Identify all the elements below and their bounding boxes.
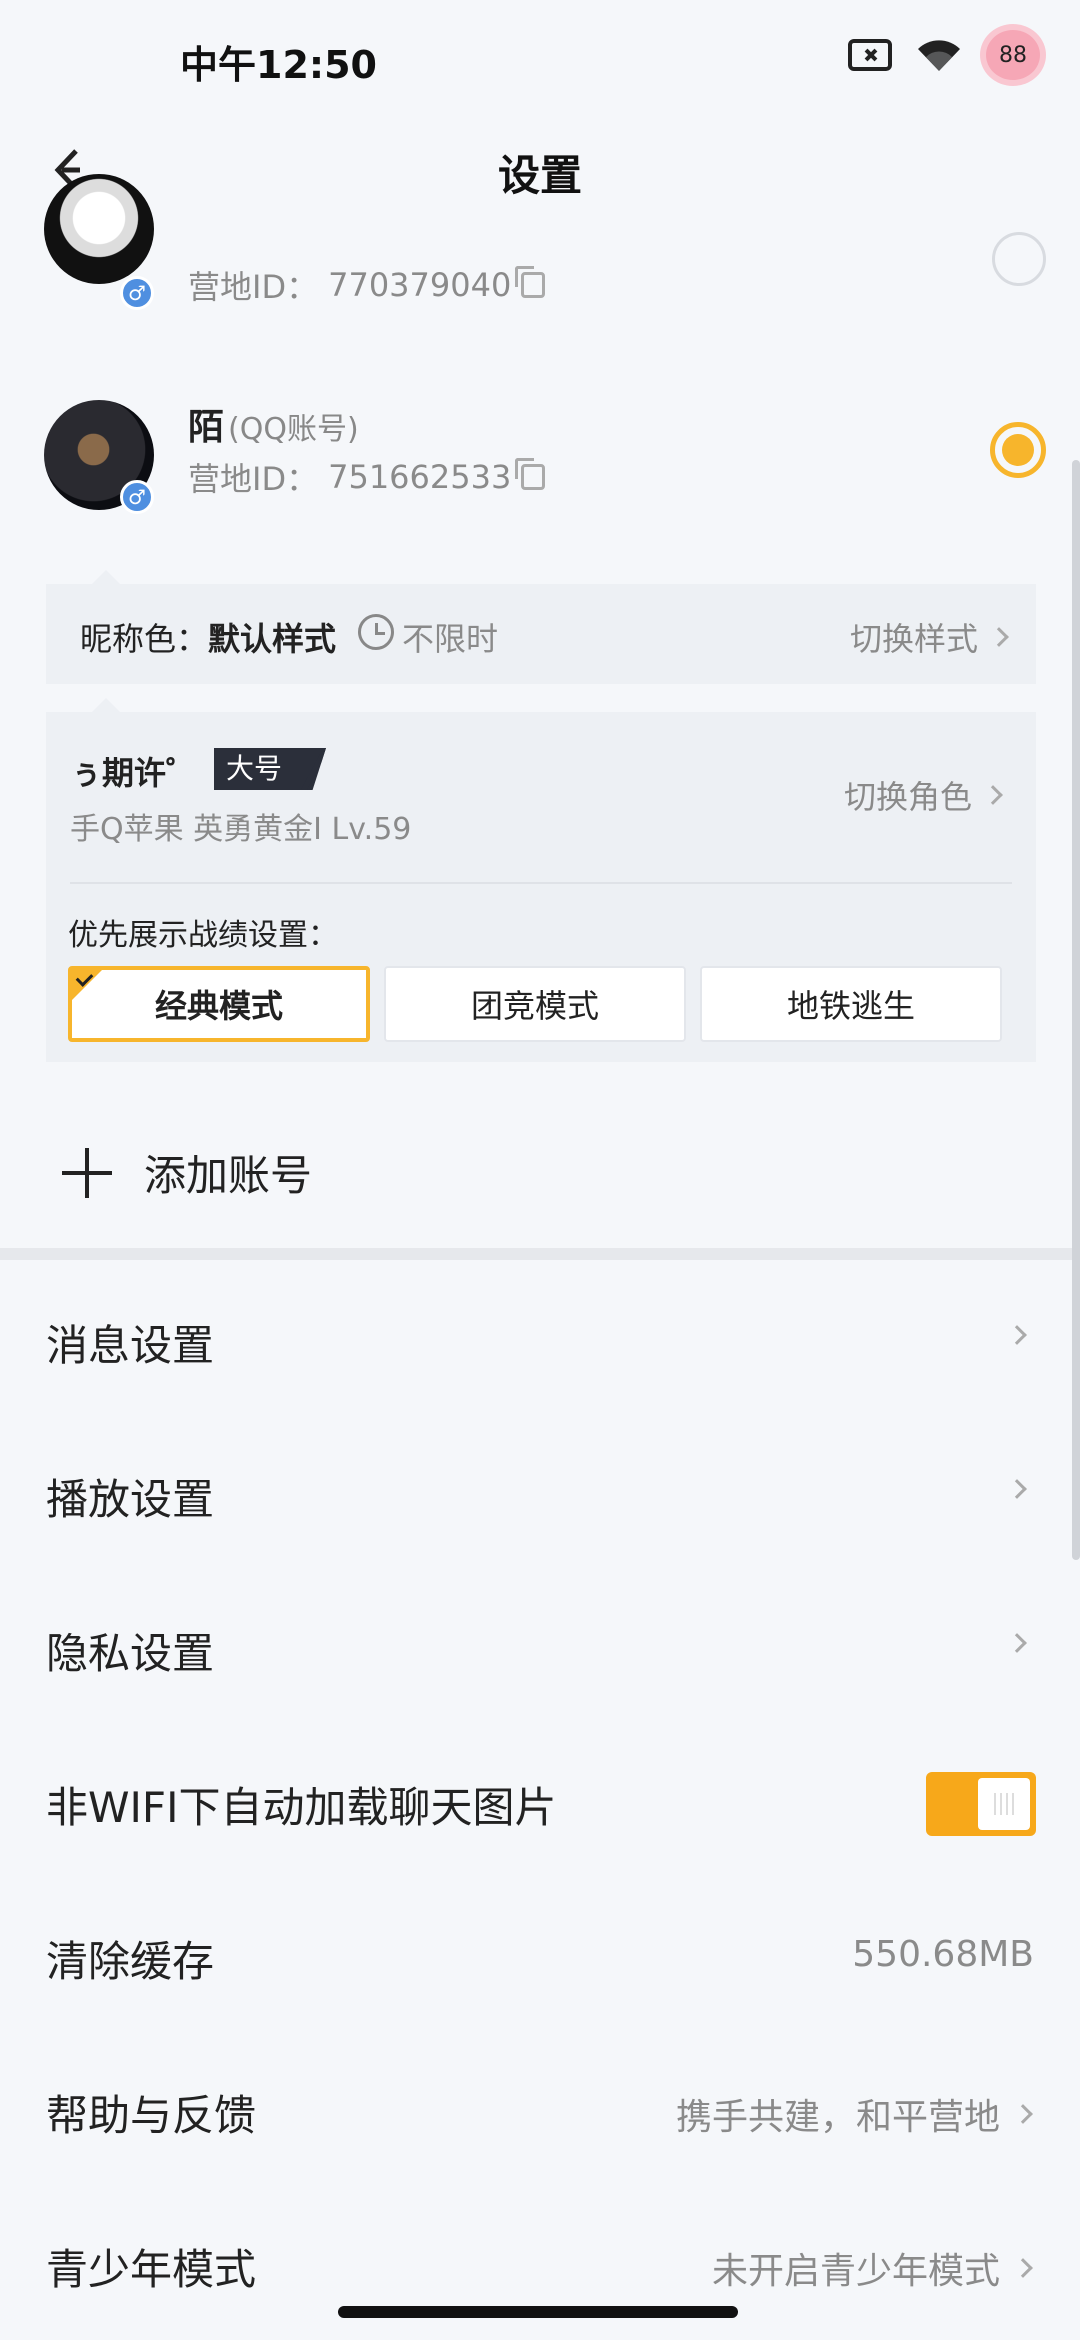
status-time: 中午12:50: [180, 43, 377, 87]
sim-off-icon: [848, 39, 892, 71]
role-tag: 大号: [214, 748, 327, 790]
account-id-label: 营地ID：: [188, 268, 319, 306]
setting-label: 非WIFI下自动加载聊天图片: [46, 1783, 557, 1832]
setting-label: 播放设置: [46, 1475, 215, 1524]
clock-icon: [358, 614, 394, 650]
battery-badge-icon: 88: [986, 30, 1040, 80]
account-id: 营地ID： 770379040: [188, 262, 546, 308]
wifi-icon: [918, 40, 960, 71]
add-account-label: 添加账号: [144, 1151, 313, 1200]
nickname-color-title: 昵称色：: [80, 620, 209, 658]
mode-selector: 经典模式 团竞模式 地铁逃生: [68, 966, 1002, 1042]
help-value-group: 携手共建，和平营地: [675, 2088, 1033, 2140]
setting-message[interactable]: 消息设置: [0, 1262, 1080, 1416]
setting-label: 青少年模式: [46, 2245, 257, 2294]
toggle-knob: [978, 1778, 1030, 1830]
role-meta: 手Q苹果 英勇黄金I Lv.59: [70, 812, 412, 847]
account-id-value: 751662533: [328, 458, 512, 496]
plus-icon: [62, 1148, 112, 1198]
setting-playback[interactable]: 播放设置: [0, 1416, 1080, 1570]
chevron-right-icon: [1007, 1325, 1027, 1345]
account-radio[interactable]: [992, 232, 1046, 286]
setting-label: 消息设置: [46, 1321, 215, 1370]
chevron-right-icon: [1013, 2258, 1033, 2278]
status-bar: 中午12:50 88: [0, 0, 1080, 120]
account-item[interactable]: ♂ 陌 (QQ账号) 营地ID： 751662533: [0, 380, 1080, 520]
add-account-button[interactable]: 添加账号: [0, 1120, 1080, 1220]
role-name: ぅ期许゜: [70, 754, 199, 792]
page-title: 设置: [497, 151, 582, 200]
nickname-color-value: 默认样式: [208, 620, 337, 658]
copy-icon[interactable]: [515, 458, 546, 490]
account-id-value: 770379040: [328, 266, 512, 304]
chevron-right-icon: [1007, 1479, 1027, 1499]
setting-label: 帮助与反馈: [46, 2091, 257, 2140]
help-value: 携手共建，和平营地: [675, 2097, 1000, 2138]
mode-classic-button[interactable]: 经典模式: [68, 966, 370, 1042]
account-id: 营地ID： 751662533: [188, 454, 546, 500]
game-role-card: ぅ期许゜ 大号 手Q苹果 英勇黄金I Lv.59 切换角色 优先展示战绩设置： …: [46, 698, 1036, 1062]
teen-value: 未开启青少年模式: [711, 2251, 1000, 2292]
account-item[interactable]: ♂ 营地ID： 770379040: [0, 174, 1080, 354]
mode-metro-button[interactable]: 地铁逃生: [700, 966, 1002, 1042]
priority-label: 优先展示战绩设置：: [68, 918, 338, 953]
setting-clear-cache[interactable]: 清除缓存 550.68MB: [0, 1878, 1080, 2032]
male-icon: ♂: [120, 276, 154, 310]
nickname-color-card: 昵称色：默认样式 不限时 切换样式: [46, 570, 1036, 684]
mode-team-button[interactable]: 团竞模式: [384, 966, 686, 1042]
setting-privacy[interactable]: 隐私设置: [0, 1570, 1080, 1724]
chevron-right-icon: [983, 785, 1003, 805]
auto-load-toggle[interactable]: [926, 1772, 1036, 1836]
setting-help-feedback[interactable]: 帮助与反馈 携手共建，和平营地: [0, 2032, 1080, 2186]
divider: [70, 882, 1012, 884]
status-icons: 88: [848, 30, 1040, 80]
account-name: 陌 (QQ账号): [188, 398, 359, 450]
account-id-label: 营地ID：: [188, 460, 319, 498]
chevron-right-icon: [989, 627, 1009, 647]
chevron-right-icon: [1007, 1633, 1027, 1653]
setting-label: 清除缓存: [46, 1937, 215, 1986]
battery-level: 88: [999, 42, 1027, 68]
nickname-color-label: 昵称色：默认样式: [80, 614, 336, 660]
account-name-text: 陌: [188, 407, 225, 448]
account-type: (QQ账号): [228, 412, 359, 447]
section-divider: [0, 1248, 1080, 1260]
header: 设置: [0, 120, 1080, 220]
cache-size: 550.68MB: [852, 1934, 1034, 1975]
scrollbar[interactable]: [1072, 460, 1080, 1560]
setting-auto-load-images: 非WIFI下自动加载聊天图片: [0, 1724, 1080, 1878]
switch-style-button[interactable]: 切换样式: [849, 614, 1009, 660]
home-indicator[interactable]: [338, 2306, 738, 2318]
nickname-color-limit: 不限时: [402, 620, 499, 658]
copy-icon[interactable]: [515, 266, 546, 298]
switch-style-label: 切换样式: [849, 620, 978, 658]
male-icon: ♂: [120, 480, 154, 514]
account-radio-selected[interactable]: [990, 422, 1046, 478]
chevron-right-icon: [1013, 2104, 1033, 2124]
teen-value-group: 未开启青少年模式: [711, 2242, 1033, 2294]
switch-role-button[interactable]: 切换角色: [843, 772, 1003, 818]
setting-label: 隐私设置: [46, 1629, 215, 1678]
avatar: [44, 174, 154, 284]
switch-role-label: 切换角色: [843, 778, 972, 816]
